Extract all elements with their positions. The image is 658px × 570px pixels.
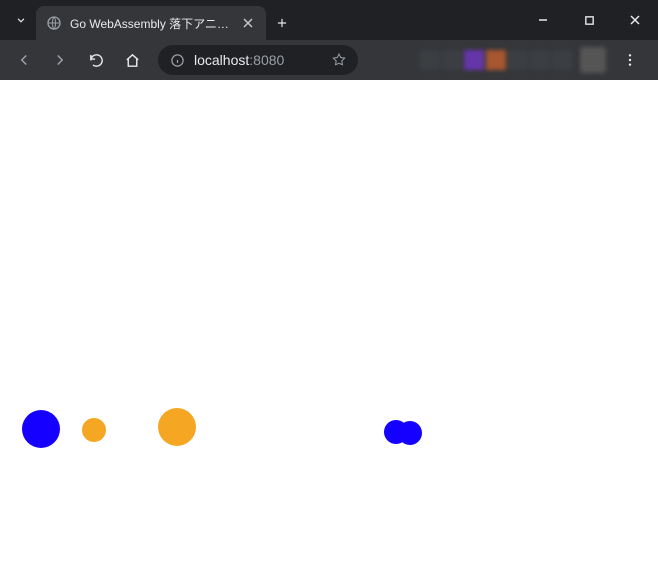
tab-search-dropdown[interactable] xyxy=(6,0,36,40)
profile-avatar-blurred[interactable] xyxy=(580,47,606,73)
back-button[interactable] xyxy=(8,44,40,76)
kebab-menu-icon[interactable] xyxy=(614,44,646,76)
extensions-area xyxy=(368,44,650,76)
tab-close-button[interactable] xyxy=(240,15,256,31)
titlebar: Go WebAssembly 落下アニメーシ xyxy=(0,0,658,40)
close-window-button[interactable] xyxy=(612,0,658,40)
maximize-button[interactable] xyxy=(566,0,612,40)
extension-icons-blurred[interactable] xyxy=(420,50,572,70)
animation-ball xyxy=(158,408,196,446)
animation-ball xyxy=(82,418,106,442)
forward-button[interactable] xyxy=(44,44,76,76)
animation-ball xyxy=(22,410,60,448)
tab-title: Go WebAssembly 落下アニメーシ xyxy=(70,15,232,32)
animation-ball xyxy=(398,421,422,445)
bookmark-star-icon[interactable] xyxy=(330,51,348,69)
globe-icon xyxy=(46,15,62,31)
reload-button[interactable] xyxy=(80,44,112,76)
titlebar-drag-area[interactable] xyxy=(298,0,520,40)
minimize-button[interactable] xyxy=(520,0,566,40)
browser-tab[interactable]: Go WebAssembly 落下アニメーシ xyxy=(36,6,266,40)
site-info-icon[interactable] xyxy=(168,51,186,69)
new-tab-button[interactable] xyxy=(266,6,298,40)
home-button[interactable] xyxy=(116,44,148,76)
address-bar[interactable]: localhost:8080 xyxy=(158,45,358,75)
page-viewport[interactable] xyxy=(0,80,658,570)
url-text: localhost:8080 xyxy=(194,52,284,68)
toolbar: localhost:8080 xyxy=(0,40,658,80)
window-controls xyxy=(520,0,658,40)
